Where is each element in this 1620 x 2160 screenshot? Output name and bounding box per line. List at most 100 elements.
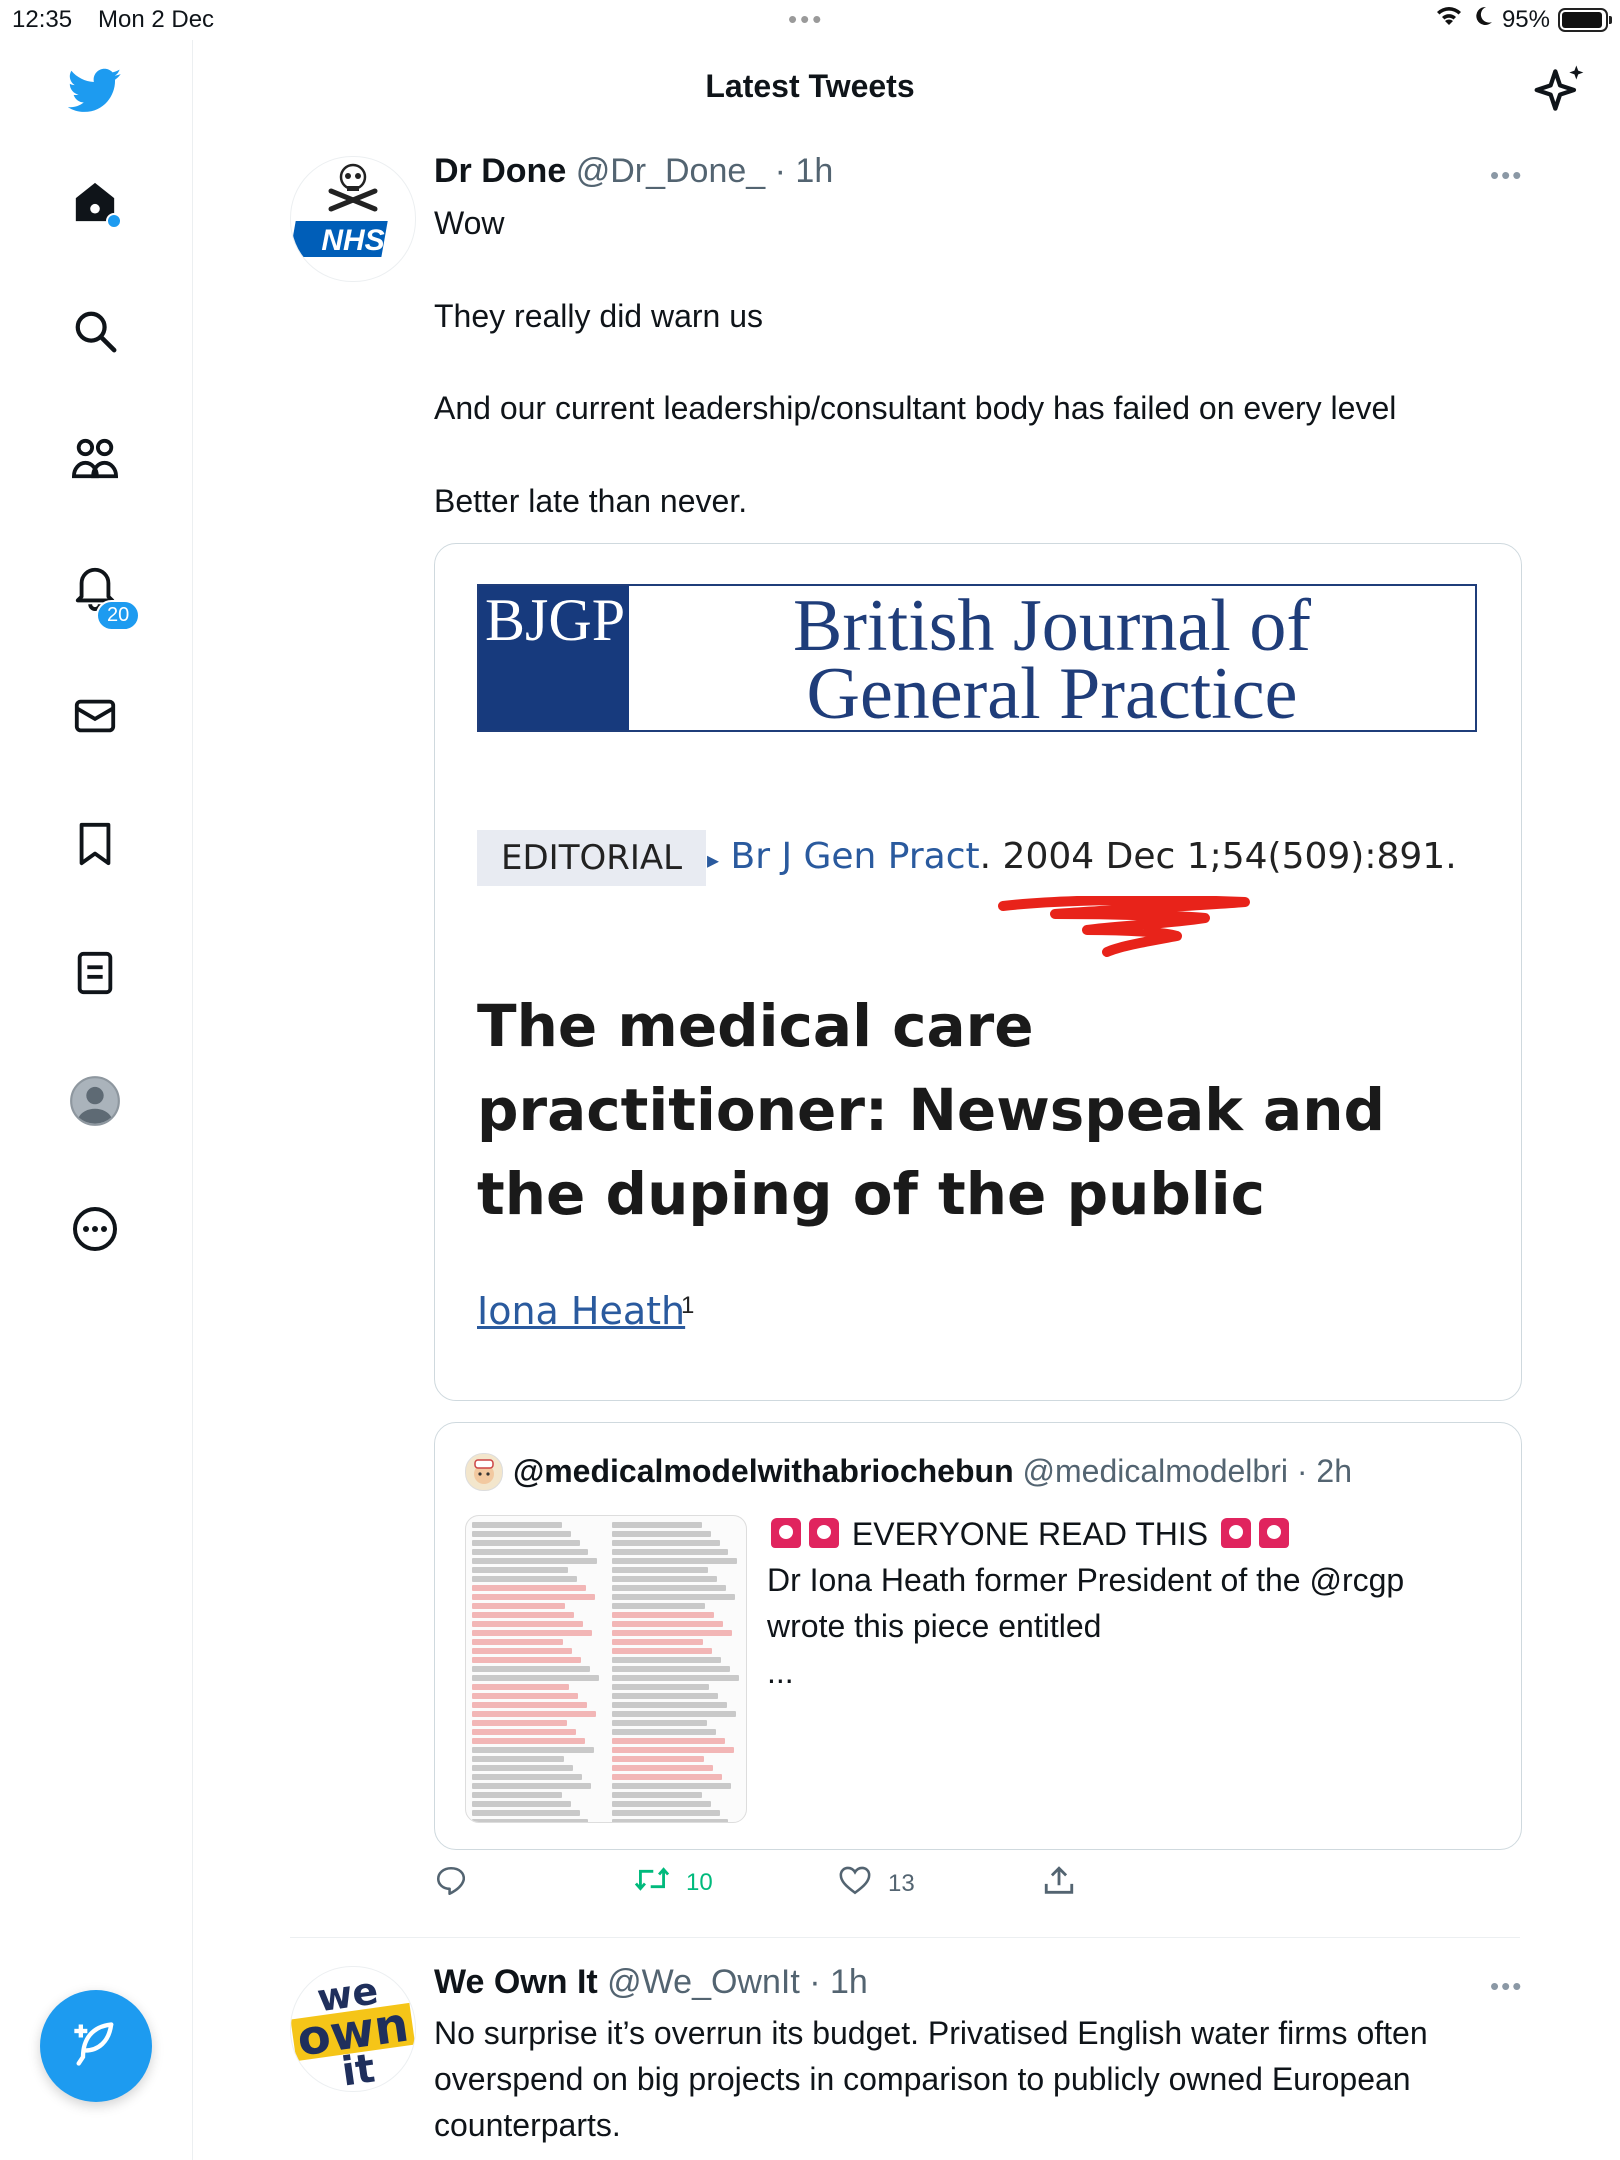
retweet-icon [634, 1864, 670, 1901]
quoted-tweet-header: @medicalmodelwithabriochebun @medicalmod… [513, 1453, 1352, 1490]
we-own-it-logo: we own it [291, 1968, 415, 2091]
tweet-header: We Own It @We_OwnIt · 1h [434, 1963, 868, 2002]
tweet-time: · 1h [809, 1963, 868, 2001]
page-title: Latest Tweets [705, 68, 915, 104]
thumbnail-text-line [472, 1711, 597, 1717]
thumbnail-text-line [612, 1657, 721, 1663]
tweet-time: · 1h [774, 152, 834, 190]
author-superscript: 1 [681, 1292, 695, 1319]
thumbnail-text-line [472, 1549, 589, 1555]
tweet-media-image[interactable]: BJGP British Journal of General Practice… [434, 543, 1522, 1401]
bjgp-logo: BJGP British Journal of General Practice [477, 584, 1477, 732]
profile-avatar-icon[interactable] [66, 1072, 124, 1130]
quoted-text-line: wrote this piece entitled [767, 1608, 1102, 1644]
journal-link: Br J Gen Pract [730, 836, 980, 877]
thumbnail-text-line [612, 1576, 717, 1582]
tweet-more-button[interactable]: ••• [1490, 1971, 1523, 2002]
thumbnail-text-line [612, 1585, 726, 1591]
bjgp-logo-wordmark: British Journal of General Practice [629, 586, 1475, 736]
thumbnail-text-line [472, 1621, 584, 1627]
retweet-button[interactable]: 10 [634, 1864, 713, 1901]
messages-envelope-icon[interactable] [66, 687, 124, 745]
thumbnail-text-line [612, 1540, 720, 1546]
battery-level [1562, 11, 1602, 28]
like-count: 13 [888, 1869, 915, 1897]
thumbnail-text-line [612, 1558, 738, 1564]
thumbnail-text-line [472, 1531, 571, 1537]
siren-emoji-icon [809, 1518, 839, 1548]
reply-button[interactable] [434, 1864, 468, 1905]
sparkle-icon[interactable] [1532, 62, 1588, 123]
thumbnail-text-line [612, 1612, 715, 1618]
quoted-text-ellipsis: ... [767, 1654, 794, 1690]
thumbnail-text-line [472, 1540, 580, 1546]
tweet-text-line: Better late than never. [434, 483, 748, 519]
thumbnail-text-line [472, 1576, 577, 1582]
thumbnail-text-line [612, 1720, 707, 1726]
thumbnail-text-line [472, 1729, 576, 1735]
thumbnail-text-line [472, 1702, 588, 1708]
thumbnail-text-line [612, 1531, 711, 1537]
siren-emoji-icon [1221, 1518, 1252, 1548]
tweet-author-name[interactable]: Dr Done [434, 152, 566, 190]
tweet-author-name[interactable]: We Own It [434, 1963, 598, 2001]
thumbnail-text-line [612, 1747, 734, 1753]
quoted-author-handle: @medicalmodelbri [1022, 1453, 1288, 1489]
multitasking-dots[interactable]: ••• [788, 4, 824, 35]
compose-tweet-button[interactable] [40, 1990, 152, 2102]
thumbnail-text-line [472, 1747, 594, 1753]
reply-bubble-icon [434, 1864, 468, 1905]
heart-icon [838, 1864, 872, 1903]
thumbnail-text-line [612, 1702, 728, 1708]
quoted-tweet-thumbnail [465, 1515, 747, 1823]
thumbnail-text-line [472, 1558, 598, 1564]
thumbnail-text-line [472, 1819, 589, 1822]
thumbnail-text-line [472, 1693, 579, 1699]
tweet-author-avatar[interactable]: we own it [290, 1966, 416, 2092]
thumbnail-text-line [612, 1792, 702, 1798]
lists-icon[interactable] [66, 944, 124, 1002]
battery-icon [1558, 7, 1612, 32]
thumbnail-text-line [612, 1549, 729, 1555]
share-button[interactable] [1042, 1864, 1076, 1905]
thumbnail-text-line [472, 1639, 563, 1645]
tweet-author-handle[interactable]: @Dr_Done_ [576, 152, 766, 190]
bookmark-icon[interactable] [66, 815, 124, 873]
thumbnail-text-line [472, 1792, 562, 1798]
thumbnail-text-line [612, 1693, 719, 1699]
thumbnail-text-line [612, 1630, 733, 1636]
quoted-text-line: Dr Iona Heath former President of the @r… [767, 1562, 1405, 1598]
siren-emoji-icon [1259, 1518, 1290, 1548]
thumbnail-text-line [612, 1756, 705, 1762]
quoted-tweet[interactable]: @medicalmodelwithabriochebun @medicalmod… [434, 1422, 1522, 1850]
thumbnail-text-line [472, 1765, 574, 1771]
thumbnail-text-line [472, 1684, 570, 1690]
share-upload-icon [1042, 1864, 1076, 1905]
siren-emoji-icon [771, 1518, 801, 1548]
communities-icon[interactable] [66, 430, 124, 488]
thumbnail-text-line [472, 1657, 581, 1663]
tweet-text-line: And our current leadership/consultant bo… [434, 390, 1397, 426]
thumbnail-text-line [472, 1675, 599, 1681]
thumbnail-text-line [472, 1810, 580, 1816]
thumbnail-text-line [472, 1567, 568, 1573]
thumbnail-text-line [472, 1594, 595, 1600]
tweet-more-button[interactable]: ••• [1490, 160, 1523, 191]
search-icon[interactable] [66, 302, 124, 360]
thumbnail-text-line [472, 1774, 583, 1780]
tweet-author-handle[interactable]: @We_OwnIt [607, 1963, 800, 2001]
like-button[interactable]: 13 [838, 1864, 915, 1903]
status-bar: 12:35 Mon 2 Dec ••• 95% [0, 0, 1620, 40]
thumbnail-text-line [612, 1675, 739, 1681]
citation: ▸ Br J Gen Pract. 2004 Dec 1;54(509):891… [707, 836, 1457, 877]
thumbnail-text-line [612, 1819, 729, 1822]
tweet-author-avatar[interactable]: NHS [290, 156, 416, 282]
more-options-circle-icon[interactable] [66, 1200, 124, 1258]
quoted-author-name: @medicalmodelwithabriochebun [513, 1453, 1014, 1489]
thumbnail-text-line [612, 1666, 730, 1672]
thumbnail-text-line [472, 1522, 562, 1528]
quoted-tweet-time: · 2h [1296, 1453, 1352, 1489]
citation-details: . 2004 Dec 1;54(509):891. [979, 836, 1457, 877]
thumbnail-text-line [612, 1621, 724, 1627]
battery-percent: 95% [1501, 5, 1550, 33]
